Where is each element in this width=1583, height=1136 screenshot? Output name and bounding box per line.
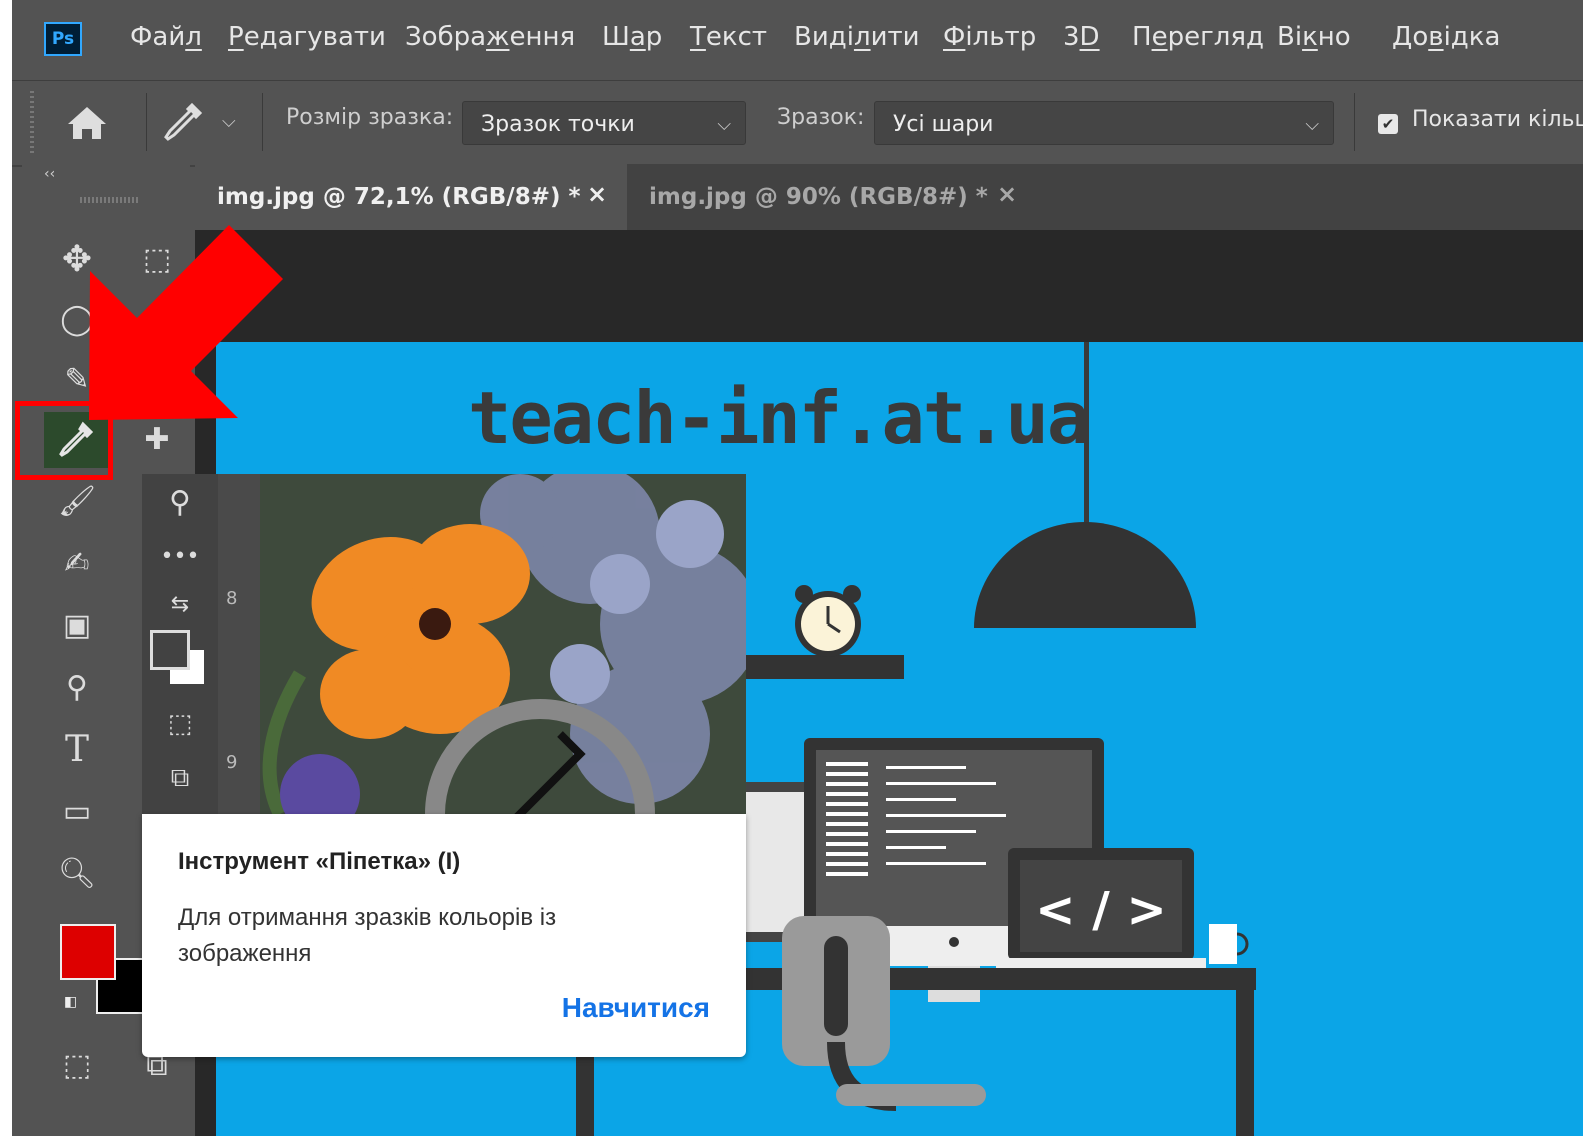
tooltip-panel: Інструмент «Піпетка» (I) Для отримання з… xyxy=(142,814,746,1057)
healing-brush-tool-icon[interactable]: ✚ xyxy=(124,412,190,468)
svg-text:< / >: < / > xyxy=(1035,882,1166,938)
menu-text[interactable]: Текст xyxy=(690,22,767,52)
more-icon: ••• xyxy=(160,543,200,569)
swap-colors-icon: ⇆ xyxy=(170,591,190,617)
menu-image[interactable]: Зображення xyxy=(405,22,575,52)
menu-file[interactable]: Файл xyxy=(130,22,202,52)
menu-filter[interactable]: Фільтр xyxy=(943,22,1036,52)
ps-logo: Ps xyxy=(44,22,82,56)
chevron-down-icon: ⌵ xyxy=(1305,114,1319,135)
menu-edit[interactable]: Редагувати xyxy=(228,22,386,52)
show-ring-checkbox[interactable]: ✔ xyxy=(1378,114,1398,134)
screen-mode-icon: ⧉ xyxy=(170,762,190,793)
eyedropper-preset-icon[interactable] xyxy=(162,99,206,145)
tab-label: img.jpg @ 90% (RGB/8#) * xyxy=(649,184,988,210)
highlight-box xyxy=(15,401,113,480)
tooltip-toolbar-preview: ⚲ ••• ⇆ ⬚ ⧉ xyxy=(142,474,218,824)
sample-label: Зразок: xyxy=(777,105,865,130)
menu-select[interactable]: Виділити xyxy=(794,22,920,52)
options-bar: ⌵ Розмір зразка: Зразок точки ⌵ Зразок: … xyxy=(12,80,1583,167)
sample-layers-value: Усі шари xyxy=(893,112,994,137)
sample-size-value: Зразок точки xyxy=(481,112,635,137)
home-icon[interactable] xyxy=(64,103,110,143)
tooltip-ruler: 8 9 xyxy=(218,474,260,824)
tooltip-preview-image xyxy=(260,474,746,814)
menu-window[interactable]: Вікно xyxy=(1277,22,1351,52)
menu-3d[interactable]: 3D xyxy=(1063,22,1100,52)
ruler-mark: 8 xyxy=(226,588,238,609)
tab-img-90[interactable]: img.jpg @ 90% (RGB/8#) * × xyxy=(627,164,1047,230)
tooltip-title: Інструмент «Піпетка» (I) xyxy=(178,848,461,875)
tab-img-72[interactable]: img.jpg @ 72,1% (RGB/8#) * × xyxy=(195,164,627,230)
menu-help[interactable]: Довідка xyxy=(1392,22,1500,52)
separator xyxy=(1354,93,1355,151)
chevron-down-icon: ⌵ xyxy=(717,114,731,135)
collapse-panel-icon[interactable]: ‹‹ xyxy=(44,166,55,182)
show-ring-label: Показати кільц xyxy=(1412,107,1583,132)
crop-tool-icon[interactable]: ✎ xyxy=(44,352,110,408)
sample-size-label: Розмір зразка: xyxy=(286,105,454,130)
photoshop-window: Ps Файл Редагувати Зображення Шар Текст … xyxy=(12,0,1583,1136)
lasso-tool-icon[interactable]: ◯ xyxy=(44,292,110,348)
default-colors-icon[interactable]: ◧ xyxy=(64,994,90,1016)
zoom-tool-icon[interactable]: 🔍︎ xyxy=(44,846,110,902)
clone-stamp-tool-icon[interactable]: ✍ xyxy=(44,536,110,592)
ruler-mark: 9 xyxy=(226,752,238,773)
tab-label: img.jpg @ 72,1% (RGB/8#) * xyxy=(217,184,581,210)
preset-chevron-icon[interactable]: ⌵ xyxy=(222,111,236,132)
close-icon[interactable]: × xyxy=(587,180,607,208)
quick-mask-icon: ⬚ xyxy=(167,709,193,739)
quick-mask-icon[interactable]: ⬚ xyxy=(44,1038,110,1094)
brush-tool-icon[interactable]: 🖌 xyxy=(44,474,110,530)
type-tool-icon[interactable]: T xyxy=(44,722,110,778)
gradient-tool-icon[interactable]: ▣ xyxy=(44,598,110,654)
rectangle-tool-icon[interactable]: ▭ xyxy=(44,784,110,840)
learn-link[interactable]: Навчитися xyxy=(562,992,710,1024)
options-grip[interactable] xyxy=(30,91,34,153)
sample-size-select[interactable]: Зразок точки ⌵ xyxy=(462,101,746,145)
menu-view[interactable]: Перегляд xyxy=(1132,22,1264,52)
quick-select-tool-icon[interactable]: ◌ xyxy=(124,292,190,348)
menu-layer[interactable]: Шар xyxy=(602,22,662,52)
separator xyxy=(262,93,263,151)
preview-fg-swatch xyxy=(150,630,190,670)
document-tabs: img.jpg @ 72,1% (RGB/8#) * × img.jpg @ 9… xyxy=(195,164,1583,230)
close-icon[interactable]: × xyxy=(997,180,1017,208)
separator xyxy=(146,93,147,151)
sample-layers-select[interactable]: Усі шари ⌵ xyxy=(874,101,1334,145)
foreground-color-swatch[interactable] xyxy=(60,924,116,980)
tooltip-description: Для отримання зразків кольорів із зображ… xyxy=(178,904,557,967)
move-tool-icon[interactable]: ✥ xyxy=(44,232,110,288)
panel-grip[interactable] xyxy=(80,197,140,203)
dodge-tool-icon[interactable]: ⚲ xyxy=(44,660,110,716)
marquee-tool-icon[interactable]: ⬚ xyxy=(124,232,190,288)
zoom-icon: ⚲ xyxy=(169,484,191,520)
menu-bar: Ps Файл Редагувати Зображення Шар Текст … xyxy=(12,0,1583,78)
